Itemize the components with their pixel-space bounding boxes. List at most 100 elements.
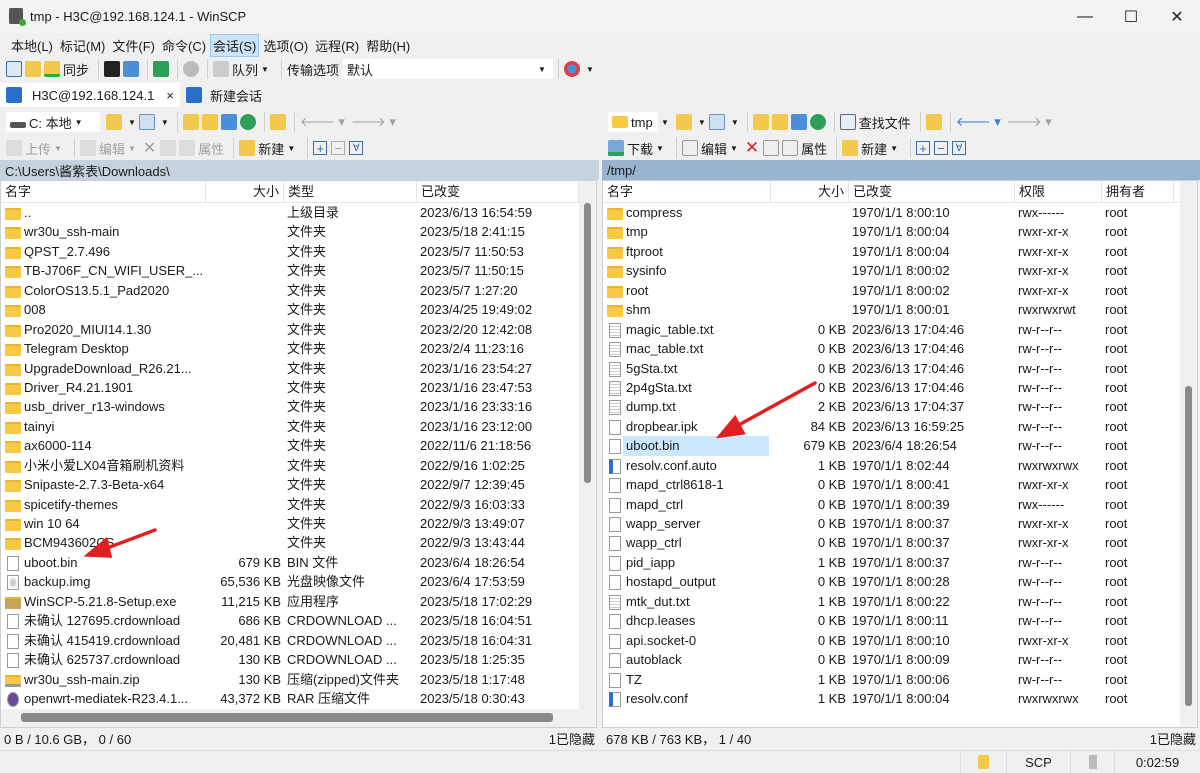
forward-icon[interactable]: 🡒 ▾: [1007, 114, 1052, 130]
chevron-down-icon[interactable]: ▼: [698, 118, 706, 127]
compare-dirs-icon[interactable]: [6, 61, 22, 77]
tab-session[interactable]: H3C@192.168.124.1 ×: [0, 83, 180, 107]
local-drive-select[interactable]: C: 本地 ▼: [6, 112, 100, 132]
column-owner[interactable]: 拥有者: [1102, 181, 1174, 203]
file-row[interactable]: mapd_ctrl 0 KB 1970/1/1 8:00:39 rwx------ ro…: [603, 495, 1197, 514]
column-size[interactable]: 大小: [206, 181, 284, 203]
globe-sync-icon[interactable]: [563, 61, 580, 77]
delete-icon[interactable]: ✕: [143, 137, 156, 159]
gear-icon[interactable]: [183, 61, 200, 77]
file-row[interactable]: QPST_2.7.496 文件夹 2023/5/7 11:50:53: [1, 242, 596, 261]
file-row[interactable]: wapp_ctrl 0 KB 1970/1/1 8:00:37 rwxr-xr-x ro…: [603, 533, 1197, 552]
file-row[interactable]: resolv.conf 1 KB 1970/1/1 8:00:04 rwxrwxrwx…: [603, 689, 1197, 708]
file-row[interactable]: backup.img 65,536 KB 光盘映像文件 2023/6/4 17:53:…: [1, 572, 596, 591]
file-row[interactable]: ftproot 1970/1/1 8:00:04 rwxr-xr-x root: [603, 242, 1197, 261]
file-row[interactable]: uboot.bin 679 KB BIN 文件 2023/6/4 18:26:54: [1, 553, 596, 572]
filter-icon[interactable]: [138, 114, 155, 130]
find-files-button[interactable]: 查找文件: [839, 111, 911, 133]
file-row[interactable]: Telegram Desktop 文件夹 2023/2/4 11:23:16: [1, 339, 596, 358]
home-icon[interactable]: [220, 114, 237, 130]
column-changed[interactable]: 已改变: [417, 181, 579, 203]
file-row[interactable]: compress 1970/1/1 8:00:10 rwx------ root: [603, 203, 1197, 222]
selected-file-row[interactable]: uboot.bin 679 KB 2023/6/4 18:26:54 rw-r--r-…: [603, 436, 1197, 456]
tree-icon[interactable]: [925, 114, 942, 130]
chevron-down-icon[interactable]: ▼: [161, 118, 169, 127]
file-row[interactable]: 小米小爱LX04音箱刷机资料 文件夹 2022/9/16 1:02:25: [1, 456, 596, 475]
file-row[interactable]: dhcp.leases 0 KB 1970/1/1 8:00:11 rw-r--r--…: [603, 611, 1197, 630]
queue-button[interactable]: 队列 ▼: [213, 58, 272, 80]
column-rights[interactable]: 权限: [1015, 181, 1102, 203]
file-row[interactable]: BCM943602CS 文件夹 2022/9/3 13:43:44: [1, 533, 596, 552]
home-icon[interactable]: [790, 114, 807, 130]
remote-dir-select[interactable]: tmp: [608, 112, 658, 132]
menu-item[interactable]: 标记(M): [57, 34, 109, 57]
remote-file-list[interactable]: 名字 大小 已改变 权限 拥有者 compress 1970/1/1 8:00:1…: [602, 180, 1198, 728]
file-row[interactable]: autoblack 0 KB 1970/1/1 8:00:09 rw-r--r-- ro…: [603, 650, 1197, 669]
file-row[interactable]: root 1970/1/1 8:00:02 rwxr-xr-x root: [603, 281, 1197, 300]
file-row[interactable]: tainyi 文件夹 2023/1/16 23:12:00: [1, 417, 596, 436]
maximize-button[interactable]: ☐: [1108, 0, 1154, 33]
rename-icon[interactable]: [160, 140, 177, 156]
file-row[interactable]: TZ 1 KB 1970/1/1 8:00:06 rw-r--r-- root: [603, 670, 1197, 689]
file-row[interactable]: TB-J706F_CN_WIFI_USER_... 文件夹 2023/5/7 11:…: [1, 261, 596, 280]
forward-icon[interactable]: 🡒 ▾: [351, 114, 396, 130]
file-row[interactable]: mapd_ctrl8618-1 0 KB 1970/1/1 8:00:41 rwxr-…: [603, 475, 1197, 494]
remote-path-bar[interactable]: /tmp/: [602, 160, 1200, 180]
back-icon[interactable]: 🡐 ▾: [956, 114, 1001, 130]
file-row[interactable]: 未确认 625737.crdownload 130 KB CRDOWNLOAD ..…: [1, 650, 596, 669]
upload-button[interactable]: 上传 ▼: [6, 137, 65, 159]
file-row[interactable]: mtk_dut.txt 1 KB 1970/1/1 8:00:22 rw-r--r--…: [603, 592, 1197, 611]
root-dir-icon[interactable]: [771, 114, 788, 130]
chevron-down-icon[interactable]: ▼: [128, 118, 136, 127]
chevron-down-icon[interactable]: ▼: [586, 65, 594, 74]
file-row[interactable]: WinSCP-5.21.8-Setup.exe 11,215 KB 应用程序 2023…: [1, 592, 596, 611]
file-row[interactable]: wr30u_ssh-main.zip 130 KB 压缩(zipped)文件夹 202…: [1, 670, 596, 689]
refresh-icon[interactable]: [239, 114, 256, 130]
file-row[interactable]: hostapd_output 0 KB 1970/1/1 8:00:28 rw-r--…: [603, 572, 1197, 591]
menu-item[interactable]: 选项(O): [260, 34, 311, 57]
file-row[interactable]: .. 上级目录 2023/6/13 16:54:59: [1, 203, 596, 222]
open-folder-icon[interactable]: [675, 114, 692, 130]
putty-icon[interactable]: [123, 61, 140, 77]
new-button[interactable]: 新建 ▼: [239, 137, 298, 159]
tab-new-session[interactable]: 新建会话: [180, 83, 268, 107]
column-size[interactable]: 大小: [771, 181, 849, 203]
menu-item[interactable]: 会话(S): [210, 33, 260, 57]
column-name[interactable]: 名字: [1, 181, 206, 203]
chevron-down-icon[interactable]: ▼: [661, 118, 669, 127]
file-row[interactable]: magic_table.txt 0 KB 2023/6/13 17:04:46 rw-…: [603, 320, 1197, 339]
file-row[interactable]: wapp_server 0 KB 1970/1/1 8:00:37 rwxr-xr-x…: [603, 514, 1197, 533]
menu-item[interactable]: 文件(F): [109, 34, 158, 57]
close-window-button[interactable]: ✕: [1154, 0, 1200, 33]
deselect-icon[interactable]: −: [331, 141, 346, 156]
sync-browse-icon[interactable]: [25, 61, 41, 77]
file-row[interactable]: openwrt-mediatek-R23.4.1... 43,372 KB RAR …: [1, 689, 596, 708]
scrollbar-thumb[interactable]: [584, 203, 591, 483]
file-row[interactable]: usb_driver_r13-windows 文件夹 2023/1/16 23:33…: [1, 397, 596, 416]
menu-item[interactable]: 远程(R): [312, 34, 362, 57]
menu-item[interactable]: 命令(C): [159, 34, 209, 57]
vertical-scrollbar[interactable]: [579, 181, 596, 727]
column-type[interactable]: 类型: [284, 181, 417, 203]
file-row[interactable]: resolv.conf.auto 1 KB 1970/1/1 8:02:44 rwxr…: [603, 456, 1197, 475]
file-row[interactable]: UpgradeDownload_R26.21... 文件夹 2023/1/16 23…: [1, 359, 596, 378]
column-changed[interactable]: 已改变: [849, 181, 1015, 203]
select-all-icon[interactable]: +: [313, 141, 328, 156]
file-row[interactable]: api.socket-0 0 KB 1970/1/1 8:00:10 rwxr-xr-…: [603, 631, 1197, 650]
file-row[interactable]: sysinfo 1970/1/1 8:00:02 rwxr-xr-x root: [603, 261, 1197, 280]
tree-icon[interactable]: [269, 114, 286, 130]
select-all-icon[interactable]: +: [916, 141, 931, 156]
edit-button[interactable]: 编辑 ▼: [681, 137, 741, 159]
refresh-icon[interactable]: [809, 114, 826, 130]
transfer-options-select[interactable]: 默认 ▼: [342, 59, 553, 79]
file-row[interactable]: 2p4gSta.txt 0 KB 2023/6/13 17:04:46 rw-r--r…: [603, 378, 1197, 397]
file-row[interactable]: wr30u_ssh-main 文件夹 2023/5/18 2:41:15: [1, 222, 596, 241]
delete-icon[interactable]: ✕: [745, 137, 759, 159]
file-row[interactable]: tmp 1970/1/1 8:00:04 rwxr-xr-x root: [603, 222, 1197, 241]
minimize-button[interactable]: —: [1062, 0, 1108, 33]
close-tab-icon[interactable]: ×: [166, 88, 174, 103]
download-button[interactable]: 下载 ▼: [608, 137, 667, 159]
menu-item[interactable]: 本地(L): [8, 34, 56, 57]
file-row[interactable]: 未确认 127695.crdownload 686 KB CRDOWNLOAD ..…: [1, 611, 596, 630]
file-row[interactable]: spicetify-themes 文件夹 2022/9/3 16:03:33: [1, 495, 596, 514]
